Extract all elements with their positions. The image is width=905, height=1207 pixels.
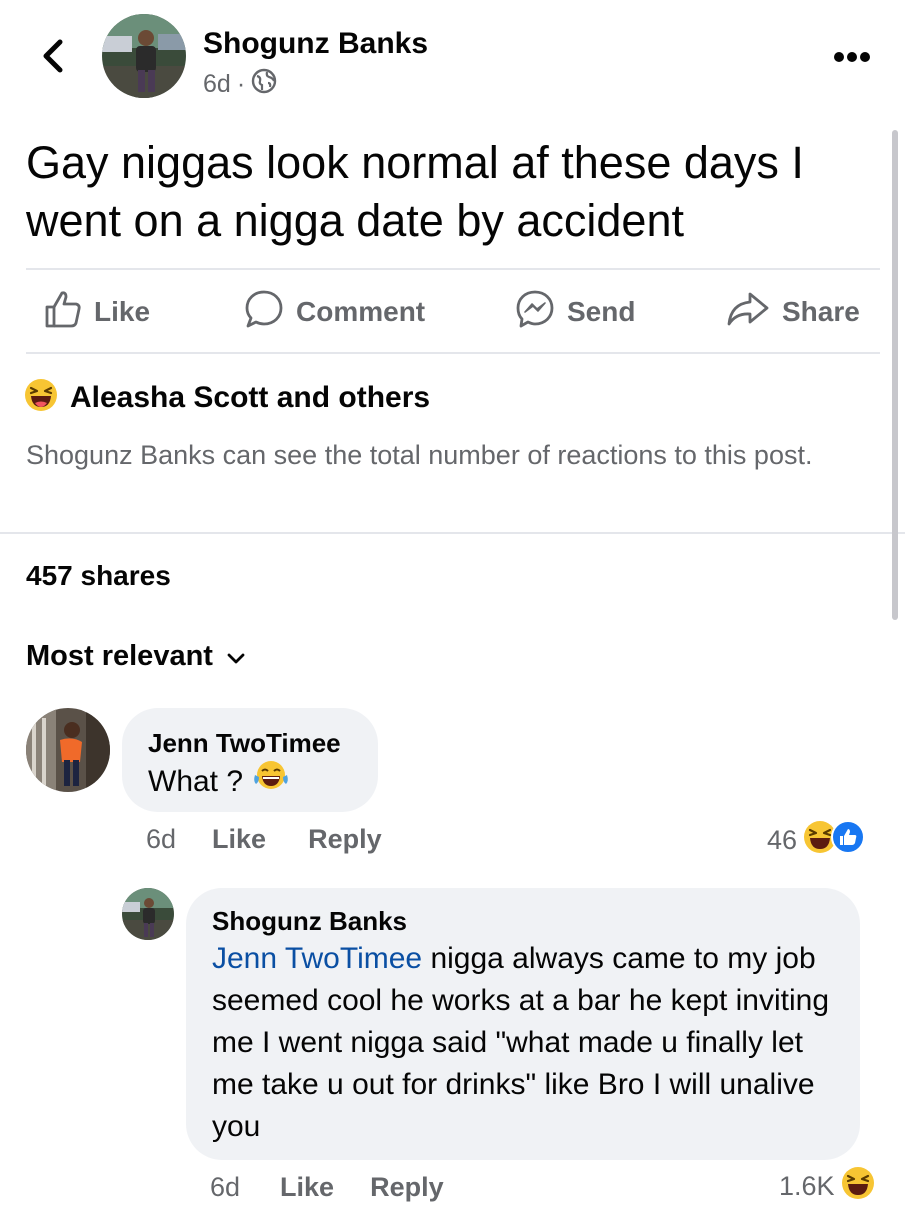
- shares-count[interactable]: 457 shares: [26, 560, 171, 592]
- laughing-emoji-icon: [24, 378, 58, 417]
- comment-text: What ?: [148, 765, 244, 798]
- comment-bubble[interactable]: Jenn TwoTimee What ?: [122, 708, 378, 812]
- reply-reaction-count[interactable]: 1.6K: [779, 1166, 875, 1207]
- like-reaction-icon: [831, 820, 866, 861]
- comment-author[interactable]: Jenn TwoTimee: [148, 728, 341, 759]
- author-avatar[interactable]: [102, 14, 186, 98]
- post-time: 6d: [203, 70, 231, 98]
- reply-bubble[interactable]: Shogunz Banks Jenn TwoTimee nigga always…: [186, 888, 860, 1160]
- reply-author[interactable]: Shogunz Banks: [212, 906, 407, 937]
- commenter-avatar[interactable]: [26, 708, 110, 792]
- post-text: Gay niggas look normal af these days I w…: [26, 137, 804, 246]
- divider: [26, 268, 880, 270]
- sort-label: Most relevant: [26, 640, 213, 672]
- globe-icon: [251, 68, 277, 101]
- reply-footer: 6d Like Reply: [210, 1172, 444, 1203]
- post-meta: 6d ·: [203, 68, 277, 101]
- comment-label: Comment: [296, 296, 426, 327]
- reactions-summary[interactable]: Aleasha Scott and others: [24, 378, 430, 417]
- like-label: Like: [94, 296, 151, 327]
- comment-reaction-count[interactable]: 46: [767, 820, 866, 861]
- scrollbar[interactable]: [892, 130, 898, 620]
- reply-reply-button[interactable]: Reply: [370, 1172, 444, 1203]
- comment-reply-button[interactable]: Reply: [308, 824, 382, 855]
- laughing-emoji-icon: [841, 1166, 875, 1207]
- tears-of-joy-emoji-icon: [253, 759, 289, 805]
- divider: [26, 352, 880, 354]
- chevron-down-icon: [227, 640, 245, 673]
- like-button[interactable]: Like: [44, 272, 150, 352]
- send-button[interactable]: Send: [515, 272, 635, 352]
- reply-mention-link[interactable]: Jenn TwoTimee: [212, 942, 422, 975]
- comment-time: 6d: [146, 824, 177, 854]
- reactions-label: Aleasha Scott and others: [70, 380, 431, 414]
- post-actions-bar: Like Comment Send Share: [26, 272, 880, 352]
- reply-like-button[interactable]: Like: [280, 1172, 334, 1203]
- messenger-icon: [515, 289, 555, 336]
- reply-time: 6d: [210, 1172, 241, 1202]
- reply-author-avatar[interactable]: [122, 888, 174, 940]
- comment-like-button[interactable]: Like: [212, 824, 266, 855]
- share-label: Share: [782, 296, 860, 327]
- share-arrow-icon: [726, 291, 770, 334]
- section-divider: [0, 532, 905, 534]
- post-author-name[interactable]: Shogunz Banks: [203, 27, 428, 61]
- send-label: Send: [567, 296, 636, 327]
- comment-button[interactable]: Comment: [244, 272, 425, 352]
- reply-text-block: Jenn TwoTimee nigga always came to my jo…: [212, 938, 842, 1148]
- comment-bubble-icon: [244, 289, 284, 336]
- reply-reaction-number: 1.6K: [779, 1171, 835, 1201]
- thumbs-up-icon: [44, 289, 82, 336]
- comment-reaction-number: 46: [767, 825, 798, 855]
- comment-sort-dropdown[interactable]: Most relevant: [26, 640, 245, 673]
- more-options-icon[interactable]: [833, 50, 871, 64]
- share-button[interactable]: Share: [726, 272, 860, 352]
- reactions-notice: Shogunz Banks can see the total number o…: [26, 440, 813, 470]
- back-arrow-icon[interactable]: [36, 38, 72, 74]
- comment-footer: 6d Like Reply: [146, 824, 382, 855]
- meta-separator: ·: [236, 70, 246, 98]
- comment-text-row: What ?: [148, 759, 289, 805]
